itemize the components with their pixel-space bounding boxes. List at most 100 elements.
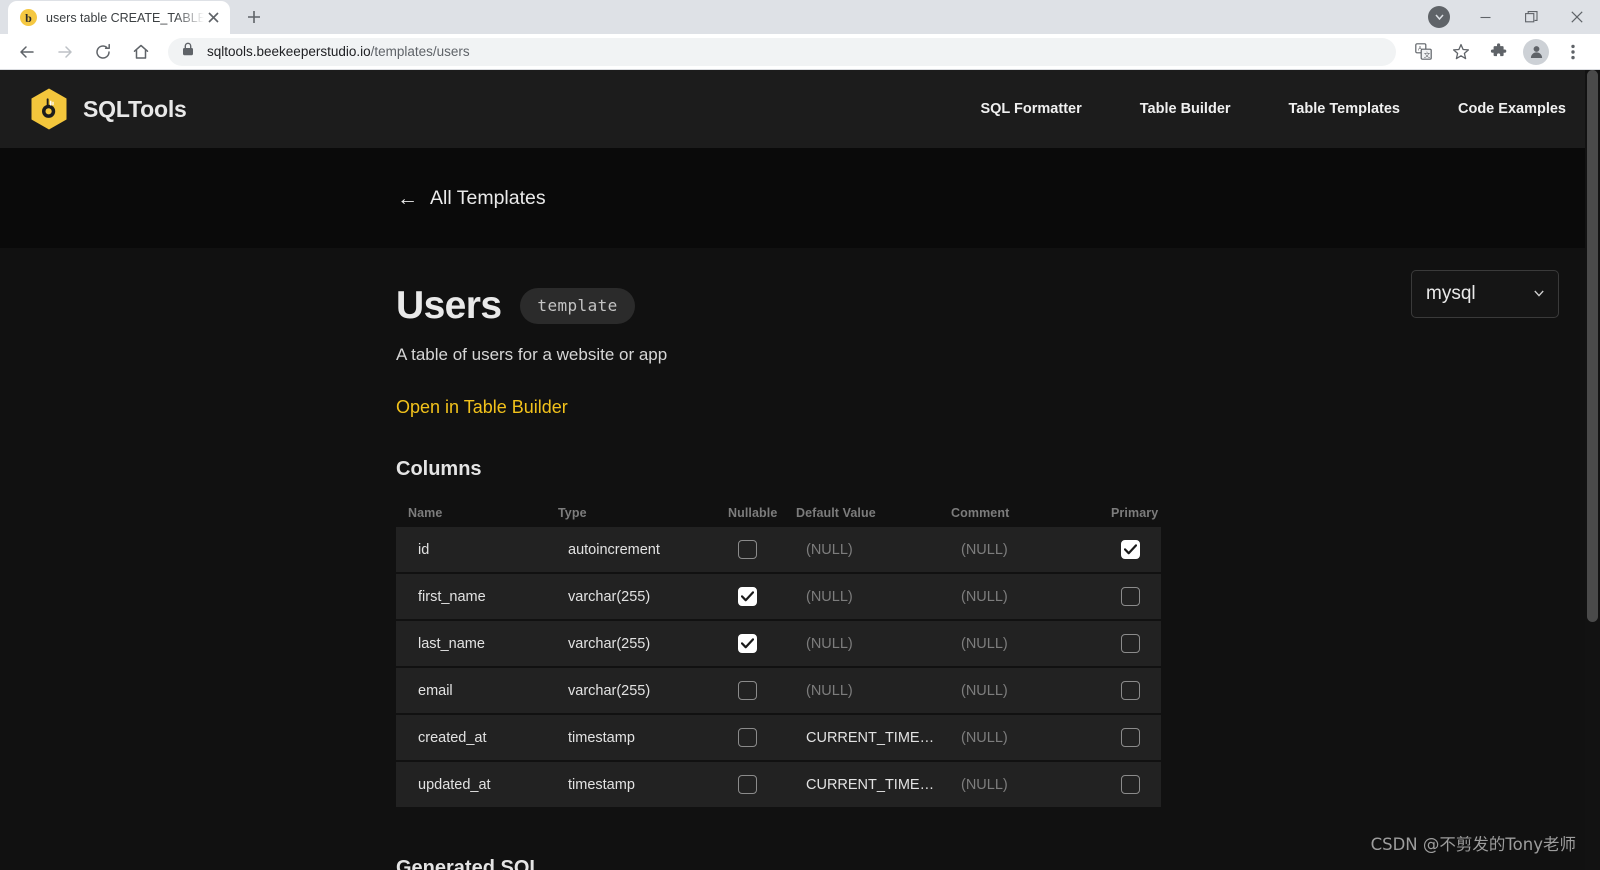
open-in-table-builder-link[interactable]: Open in Table Builder [396, 397, 568, 418]
tab-favicon-icon: b [20, 9, 37, 26]
dialect-select[interactable]: mysql [1411, 270, 1559, 318]
col-header-nullable: Nullable [728, 506, 796, 520]
window-controls [1416, 0, 1600, 34]
cell-default-value: (NULL) [806, 683, 936, 699]
close-window-icon[interactable] [1554, 0, 1600, 34]
translate-icon[interactable]: A 文 [1407, 36, 1439, 68]
primary-checkbox[interactable] [1121, 634, 1140, 653]
extensions-puzzle-icon[interactable] [1483, 36, 1515, 68]
col-header-comment: Comment [951, 506, 1111, 520]
tab-title: users table CREATE_TABLE exa [46, 11, 204, 25]
table-row[interactable]: first_namevarchar(255)(NULL)(NULL) [396, 574, 1161, 619]
page-scrollbar[interactable] [1585, 70, 1600, 870]
nullable-checkbox[interactable] [738, 587, 757, 606]
cell-column-type: timestamp [568, 777, 738, 793]
cell-primary [1121, 634, 1183, 653]
brand-name: SQLTools [83, 96, 187, 123]
back-icon[interactable] [11, 36, 43, 68]
cell-nullable [738, 681, 806, 700]
nullable-checkbox[interactable] [738, 681, 757, 700]
cell-comment: (NULL) [961, 683, 1121, 699]
cell-column-type: timestamp [568, 730, 738, 746]
nav-item-code-examples[interactable]: Code Examples [1458, 101, 1566, 117]
maximize-icon[interactable] [1508, 0, 1554, 34]
columns-heading: Columns [396, 458, 1166, 481]
table-row[interactable]: emailvarchar(255)(NULL)(NULL) [396, 668, 1161, 713]
cell-primary [1121, 728, 1183, 747]
cell-column-name: id [418, 542, 568, 558]
main-content: Users template A table of users for a we… [0, 248, 1600, 870]
cell-default-value: (NULL) [806, 589, 936, 605]
cell-primary [1121, 681, 1183, 700]
minimize-icon[interactable] [1462, 0, 1508, 34]
chevron-down-icon [1534, 289, 1544, 299]
cell-default-value: (NULL) [806, 542, 936, 558]
scrollbar-thumb[interactable] [1587, 70, 1598, 622]
cell-primary [1121, 540, 1183, 559]
table-body: idautoincrement(NULL)(NULL)first_namevar… [396, 527, 1161, 807]
beekeeper-hexagon-icon [30, 88, 68, 130]
dialect-select-value: mysql [1426, 283, 1476, 305]
home-icon[interactable] [125, 36, 157, 68]
cell-column-name: last_name [418, 636, 568, 652]
all-templates-back-link[interactable]: ← All Templates [397, 187, 546, 210]
back-arrow-icon: ← [397, 188, 418, 209]
table-row[interactable]: updated_attimestampCURRENT_TIMESTAMP(NUL… [396, 762, 1161, 807]
nullable-checkbox[interactable] [738, 728, 757, 747]
cell-column-name: email [418, 683, 568, 699]
profile-chevron-icon[interactable] [1416, 0, 1462, 34]
site-header: SQLTools SQL Formatter Table Builder Tab… [0, 70, 1600, 148]
nullable-checkbox[interactable] [738, 540, 757, 559]
cell-comment: (NULL) [961, 542, 1121, 558]
brand-logo[interactable]: SQLTools [30, 88, 187, 130]
cell-nullable [738, 634, 806, 653]
url-text: sqltools.beekeeperstudio.io/templates/us… [207, 44, 470, 59]
bookmark-star-icon[interactable] [1445, 36, 1477, 68]
cell-primary [1121, 587, 1183, 606]
columns-table: Name Type Nullable Default Value Comment… [396, 499, 1161, 807]
address-bar[interactable]: sqltools.beekeeperstudio.io/templates/us… [168, 38, 1396, 66]
nav-item-table-builder[interactable]: Table Builder [1140, 101, 1231, 117]
content-wrapper: Users template A table of users for a we… [396, 248, 1166, 870]
primary-checkbox[interactable] [1121, 728, 1140, 747]
nav-item-sql-formatter[interactable]: SQL Formatter [980, 101, 1081, 117]
primary-checkbox[interactable] [1121, 587, 1140, 606]
three-dot-menu-icon[interactable] [1557, 36, 1589, 68]
nullable-checkbox[interactable] [738, 775, 757, 794]
new-tab-button[interactable] [240, 3, 268, 31]
cell-column-type: varchar(255) [568, 636, 738, 652]
table-row[interactable]: idautoincrement (NULL) (NULL) [396, 527, 1161, 572]
url-path: /templates/users [371, 44, 470, 59]
table-header-row: Name Type Nullable Default Value Comment… [396, 499, 1161, 527]
cell-column-name: first_name [418, 589, 568, 605]
cell-column-type: autoincrement [568, 542, 738, 558]
csdn-watermark: CSDN @不剪发的Tony老师 [1371, 831, 1576, 855]
table-row[interactable]: last_namevarchar(255)(NULL)(NULL) [396, 621, 1161, 666]
page-title: Users [396, 284, 501, 328]
col-header-name: Name [408, 506, 558, 520]
cell-comment: (NULL) [961, 730, 1121, 746]
profile-avatar-icon[interactable] [1523, 39, 1549, 65]
cell-nullable [738, 587, 806, 606]
cell-comment: (NULL) [961, 636, 1121, 652]
cell-column-name: created_at [418, 730, 568, 746]
back-link-label: All Templates [430, 187, 546, 210]
cell-primary [1121, 775, 1183, 794]
browser-tab[interactable]: b users table CREATE_TABLE exa [8, 1, 230, 34]
primary-checkbox[interactable] [1121, 775, 1140, 794]
cell-default-value: CURRENT_TIMESTAMP [806, 777, 936, 793]
primary-checkbox[interactable] [1121, 681, 1140, 700]
tab-close-icon[interactable] [204, 9, 222, 27]
cell-nullable [738, 728, 806, 747]
cell-nullable [738, 540, 806, 559]
primary-checkbox[interactable] [1121, 540, 1140, 559]
breadcrumb-banner: ← All Templates [0, 148, 1600, 248]
nullable-checkbox[interactable] [738, 634, 757, 653]
cell-nullable [738, 775, 806, 794]
col-header-primary: Primary [1111, 506, 1173, 520]
table-row[interactable]: created_attimestampCURRENT_TIMESTAMP(NUL… [396, 715, 1161, 760]
forward-icon[interactable] [49, 36, 81, 68]
page-subtitle: A table of users for a website or app [396, 345, 1166, 365]
reload-icon[interactable] [87, 36, 119, 68]
nav-item-table-templates[interactable]: Table Templates [1289, 101, 1400, 117]
